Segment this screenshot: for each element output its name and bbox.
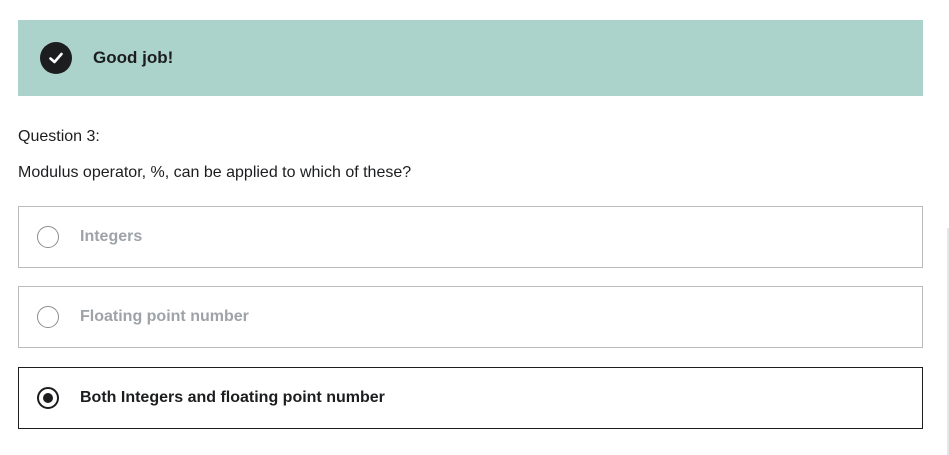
- radio-selected-dot: [43, 393, 53, 403]
- radio-unchecked-icon[interactable]: [37, 306, 59, 328]
- question-prompt: Modulus operator, %, can be applied to w…: [18, 164, 412, 181]
- feedback-banner: Good job!: [18, 20, 923, 96]
- question-number: Question 3:: [18, 128, 100, 145]
- answer-option-label: Both Integers and floating point number: [80, 389, 385, 406]
- answer-option-both[interactable]: Both Integers and floating point number: [18, 367, 923, 429]
- radio-checked-icon[interactable]: [37, 387, 59, 409]
- checkmark-circle-icon: [40, 42, 72, 74]
- answer-option-label: Floating point number: [80, 308, 249, 325]
- answer-option-integers[interactable]: Integers: [18, 206, 923, 268]
- answer-option-floating-point[interactable]: Floating point number: [18, 286, 923, 348]
- radio-unchecked-icon[interactable]: [37, 226, 59, 248]
- answer-option-label: Integers: [80, 228, 143, 245]
- feedback-message: Good job!: [93, 48, 174, 67]
